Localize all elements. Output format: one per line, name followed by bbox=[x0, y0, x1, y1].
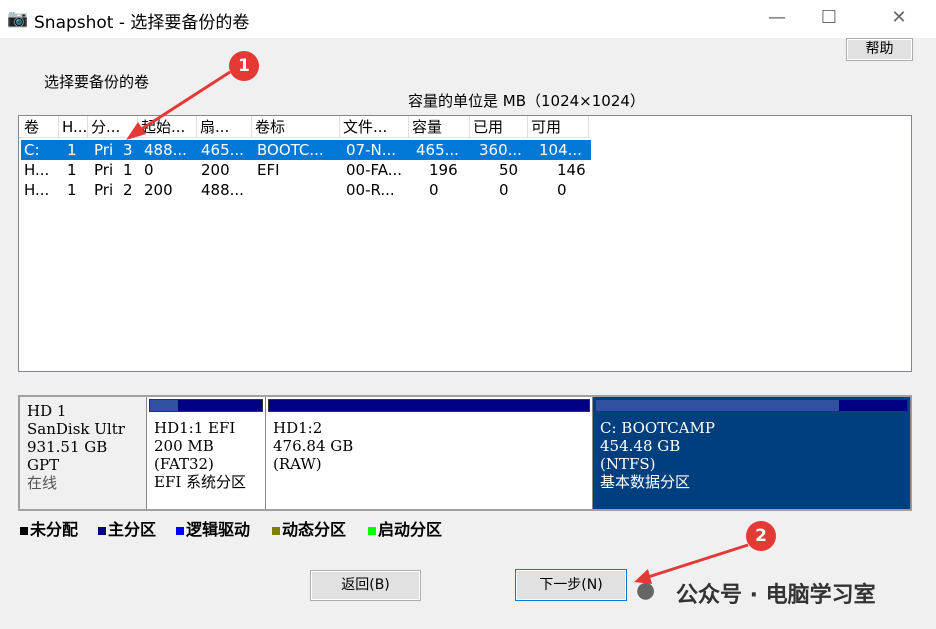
annotation-arrows bbox=[0, 0, 936, 629]
annotation-badge-2: 2 bbox=[746, 521, 776, 551]
annotation-badge-1: 1 bbox=[229, 51, 259, 81]
watermark: 公众号 · 电脑学习室 bbox=[676, 577, 876, 609]
wechat-icon: ● bbox=[636, 578, 655, 603]
